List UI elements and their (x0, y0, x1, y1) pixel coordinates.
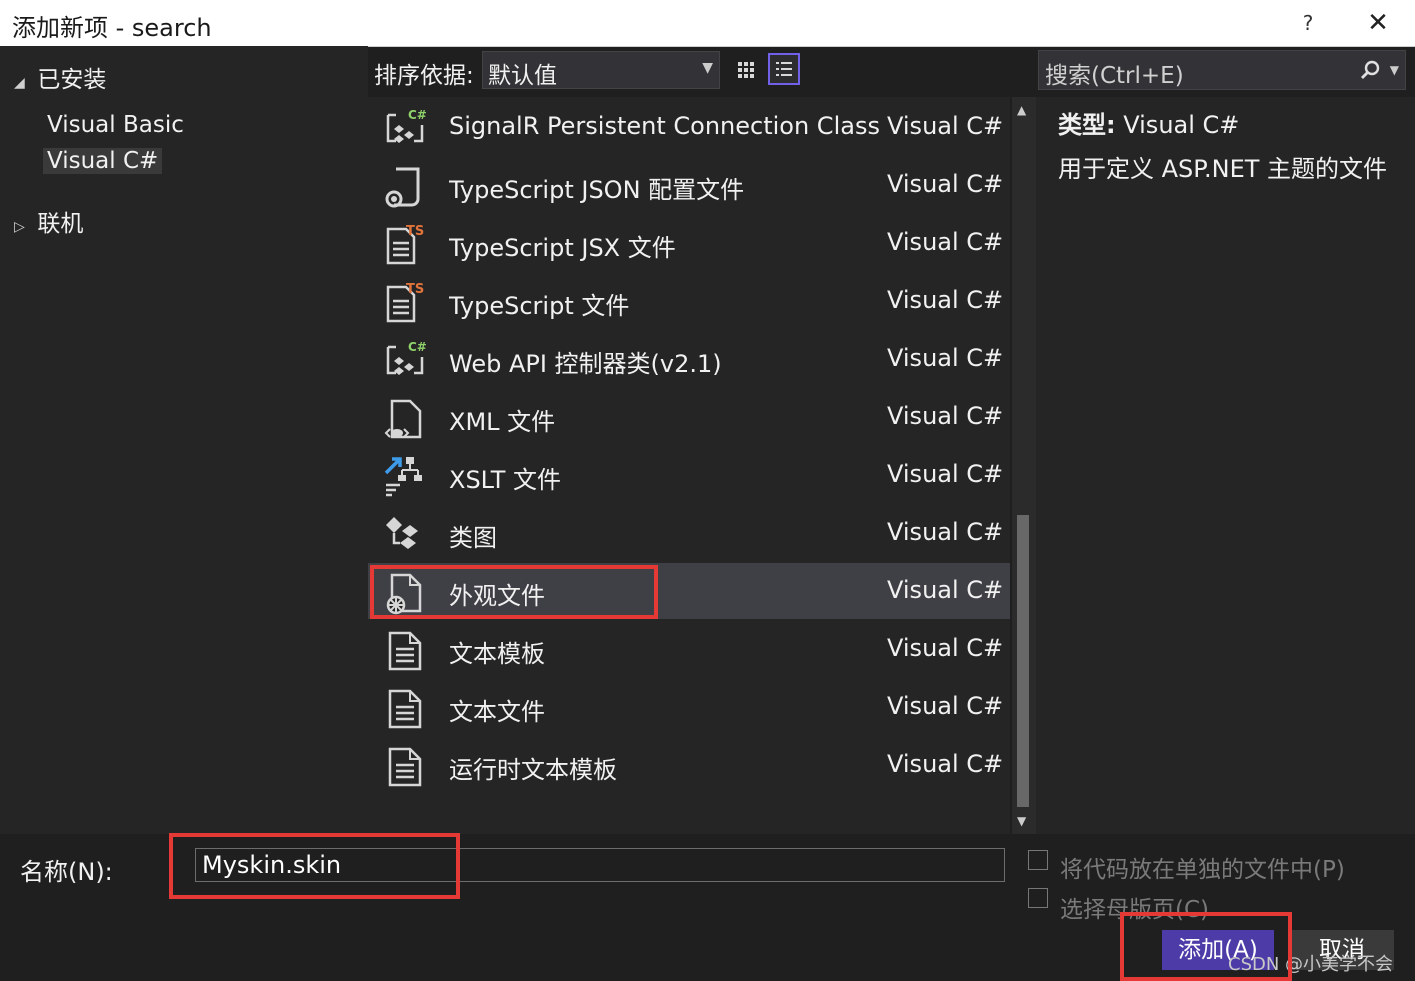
template-description: 用于定义 ASP.NET 主题的文件 (1058, 155, 1388, 183)
json-config-icon (382, 163, 428, 209)
category-tree: ◢ 已安装 Visual Basic Visual C# ▷ 联机 (0, 46, 368, 834)
tree-node-online-label: 联机 (37, 211, 84, 237)
tree-node-visual-basic[interactable]: Visual Basic (47, 112, 184, 138)
template-row[interactable]: 文本文件 Visual C# (368, 679, 1010, 735)
chevron-down-icon: ▼ (702, 60, 713, 76)
details-pane: 类型: Visual C# 用于定义 ASP.NET 主题的文件 (1036, 97, 1415, 834)
separate-file-checkbox[interactable] (1028, 850, 1048, 870)
sort-dropdown[interactable]: 默认值 ▼ (482, 51, 720, 89)
template-language: Visual C# (887, 170, 1004, 198)
text-file-icon (382, 743, 428, 789)
svg-text:TS: TS (406, 282, 424, 297)
annotation-box-name-input (169, 833, 460, 899)
template-name: Web API 控制器类(v2.1) (449, 350, 722, 378)
typescript-file-icon: TS (382, 221, 428, 267)
chevron-down-icon[interactable]: ▼ (1390, 63, 1399, 77)
template-name: XML 文件 (449, 408, 556, 436)
list-scrollbar[interactable]: ▲ ▼ (1012, 97, 1036, 834)
tree-node-online[interactable]: ▷ 联机 (14, 204, 83, 238)
template-name: 类图 (449, 524, 497, 552)
template-name: TypeScript JSON 配置文件 (449, 176, 745, 204)
template-row[interactable]: XSLT 文件 Visual C# (368, 447, 1010, 503)
xslt-file-icon (382, 453, 428, 499)
template-row[interactable]: C# SignalR Persistent Connection Class...… (368, 99, 1010, 155)
template-row[interactable]: 运行时文本模板 Visual C# (368, 737, 1010, 793)
template-name: XSLT 文件 (449, 466, 562, 494)
text-file-icon (382, 627, 428, 673)
template-row[interactable]: 类图 Visual C# (368, 505, 1010, 561)
template-name: 文本模板 (449, 640, 545, 668)
template-language: Visual C# (887, 402, 1004, 430)
template-name: 文本文件 (449, 698, 545, 726)
window-title: 添加新项 - search (12, 14, 212, 42)
template-language: Visual C# (887, 460, 1004, 488)
search-icon (1361, 60, 1380, 79)
template-language: Visual C# (887, 692, 1004, 720)
separate-file-label: 将代码放在单独的文件中(P) (1060, 857, 1345, 883)
template-row[interactable]: 文本模板 Visual C# (368, 621, 1010, 677)
annotation-box-add-button (1120, 912, 1292, 981)
template-row[interactable]: TypeScript JSON 配置文件 Visual C# (368, 157, 1010, 213)
tree-node-visual-basic-label: Visual Basic (47, 112, 184, 138)
template-language: Visual C# (887, 518, 1004, 546)
csharp-class-icon: C# (382, 105, 428, 151)
type-label: 类型: (1058, 111, 1116, 139)
close-button[interactable]: ✕ (1360, 6, 1396, 40)
master-page-checkbox[interactable] (1028, 888, 1048, 908)
template-language: Visual C# (887, 228, 1004, 256)
template-row[interactable]: XML 文件 Visual C# (368, 389, 1010, 445)
template-row[interactable]: C# Web API 控制器类(v2.1) Visual C# (368, 331, 1010, 387)
template-language: Visual C# (887, 634, 1004, 662)
tree-node-visual-csharp[interactable]: Visual C# (43, 148, 163, 174)
name-label: 名称(N): (20, 858, 113, 886)
text-file-icon (382, 685, 428, 731)
collapsed-arrow-icon: ▷ (14, 219, 25, 235)
tree-node-visual-csharp-label: Visual C# (43, 148, 163, 174)
svg-text:C#: C# (408, 340, 427, 354)
csharp-class-icon: C# (382, 337, 428, 383)
sort-label: 排序依据: (374, 63, 474, 89)
expanded-arrow-icon: ◢ (14, 75, 25, 91)
scroll-thumb[interactable] (1017, 515, 1029, 807)
svg-text:C#: C# (408, 108, 427, 122)
template-row[interactable]: TS TypeScript JSX 文件 Visual C# (368, 215, 1010, 271)
scroll-down-icon[interactable]: ▼ (1017, 814, 1026, 828)
tree-node-installed[interactable]: ◢ 已安装 (14, 60, 106, 94)
class-diagram-icon (382, 511, 428, 557)
template-list: C# SignalR Persistent Connection Class...… (368, 97, 1010, 834)
xml-file-icon (382, 395, 428, 441)
template-name: TypeScript 文件 (449, 292, 630, 320)
search-box[interactable]: 搜索(Ctrl+E) ▼ (1038, 50, 1406, 90)
template-name: SignalR Persistent Connection Class... (449, 112, 879, 140)
tree-node-installed-label: 已安装 (37, 67, 107, 93)
type-line: 类型: Visual C# (1058, 105, 1239, 140)
template-language: Visual C# (887, 344, 1004, 372)
template-language: Visual C# (887, 286, 1004, 314)
template-row[interactable]: TS TypeScript 文件 Visual C# (368, 273, 1010, 329)
template-language: Visual C# (887, 112, 1004, 140)
template-language: Visual C# (887, 576, 1004, 604)
help-button[interactable]: ? (1292, 8, 1324, 38)
grid-view-icon[interactable] (730, 54, 762, 86)
template-name: 运行时文本模板 (449, 756, 617, 784)
type-value: Visual C# (1123, 111, 1240, 139)
svg-text:TS: TS (406, 224, 424, 239)
sort-dropdown-value: 默认值 (488, 63, 557, 89)
typescript-file-icon: TS (382, 279, 428, 325)
template-name: TypeScript JSX 文件 (449, 234, 676, 262)
template-language: Visual C# (887, 750, 1004, 778)
annotation-box-selected-item (370, 565, 658, 619)
scroll-up-icon[interactable]: ▲ (1017, 103, 1026, 117)
title-bar: 添加新项 - search ? ✕ (0, 0, 1415, 47)
list-view-icon[interactable] (768, 53, 800, 85)
search-placeholder: 搜索(Ctrl+E) (1045, 63, 1184, 89)
